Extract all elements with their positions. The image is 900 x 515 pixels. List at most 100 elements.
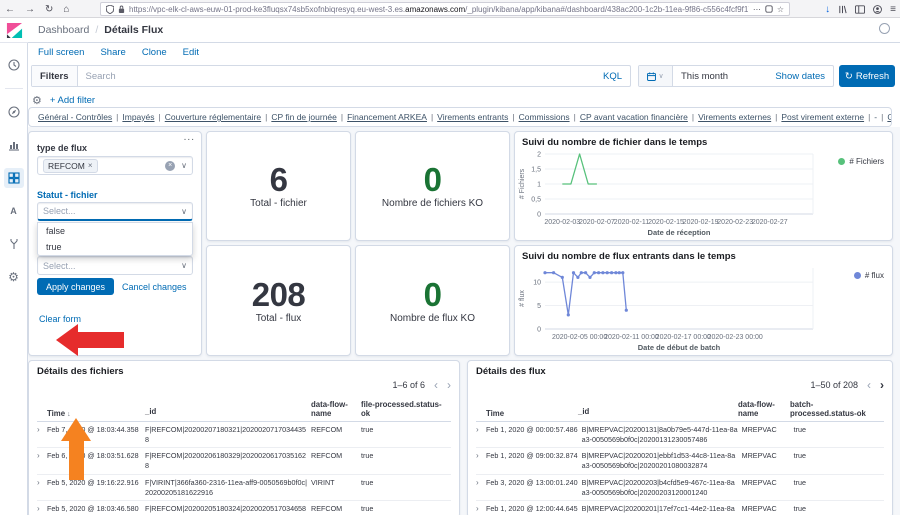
filter-options-gear-icon[interactable]: ⚙ — [32, 94, 42, 107]
expand-row-icon[interactable]: › — [37, 451, 47, 461]
account-icon[interactable] — [873, 5, 882, 14]
pocket-icon[interactable] — [765, 5, 773, 13]
expand-row-icon[interactable]: › — [476, 451, 486, 461]
column-header[interactable]: _id — [145, 407, 311, 418]
show-dates-button[interactable]: Show dates — [775, 71, 833, 82]
add-filter-button[interactable]: + Add filter — [50, 95, 95, 106]
time-range-value[interactable]: This month — [673, 71, 728, 82]
library-icon[interactable] — [838, 5, 847, 14]
dashboard-icon[interactable] — [4, 168, 24, 188]
breadcrumb-current: Détails Flux — [104, 24, 163, 36]
column-header[interactable]: Time — [486, 409, 578, 418]
url-bar[interactable]: https://vpc-elk-cl-aws-euw-01-prod-ke3fl… — [100, 2, 790, 16]
page-actions-icon[interactable]: ⋯ — [753, 5, 761, 14]
clear-form-button[interactable]: Clear form — [39, 314, 81, 324]
apm-icon[interactable]: A — [4, 201, 24, 221]
management-icon[interactable]: ⚙ — [4, 267, 24, 287]
visualize-icon[interactable] — [4, 135, 24, 155]
column-header[interactable]: batch-processed.status-ok — [790, 400, 884, 418]
calendar-icon[interactable]: ∨ — [639, 66, 673, 86]
next-page-icon[interactable]: › — [880, 379, 884, 391]
option-true[interactable]: true — [38, 239, 192, 255]
dashboard-link[interactable]: CP fin de journée — [271, 112, 337, 122]
table-cell: F|REFCOM|20200206180329|2020020617035162… — [145, 451, 311, 470]
metric-flux-ko: 0 Nombre de flux KO — [355, 245, 510, 356]
svg-text:2020-02-27: 2020-02-27 — [752, 219, 788, 226]
recently-viewed-icon[interactable] — [4, 55, 24, 75]
expand-row-icon[interactable]: › — [37, 425, 47, 435]
chevron-down-icon: ∨ — [181, 161, 187, 170]
svg-text:5: 5 — [537, 303, 541, 310]
svg-text:0,5: 0,5 — [531, 197, 541, 204]
back-icon[interactable]: ← — [5, 4, 15, 15]
bookmark-star-icon[interactable]: ☆ — [777, 5, 784, 14]
column-header[interactable]: data-flow-name — [311, 400, 361, 418]
pill-remove-icon[interactable]: × — [88, 161, 93, 170]
table-row: ›Feb 1, 2020 @ 00:00:57.486B|MREPVAC|202… — [476, 422, 884, 448]
sidebar-toggle-icon[interactable] — [855, 5, 865, 14]
column-header[interactable]: data-flow-name — [738, 400, 790, 418]
cancel-changes-button[interactable]: Cancel changes — [122, 282, 187, 292]
statut-fichier-select[interactable]: Select... ∨ — [37, 202, 193, 221]
metric-label: Nombre de fichiers KO — [382, 198, 483, 209]
clear-selection-icon[interactable]: × — [165, 161, 175, 171]
svg-text:0: 0 — [537, 212, 541, 219]
link-separator: | — [341, 112, 343, 122]
tracking-shield-icon[interactable] — [106, 5, 114, 14]
svg-text:2020-02-19: 2020-02-19 — [683, 219, 719, 226]
table-cell: B|MREPVAC|20200131|8a0b79e5-447d-11ea-8a… — [582, 425, 742, 444]
refresh-button[interactable]: ↻Refresh — [839, 65, 895, 87]
dashboard-link[interactable]: Financement ARKEA — [347, 112, 427, 122]
prev-page-icon[interactable]: ‹ — [434, 379, 438, 391]
dashboard-link[interactable]: Post virement externe — [781, 112, 864, 122]
type-de-flux-combobox[interactable]: REFCOM× × ∨ — [37, 156, 193, 175]
legend-item[interactable]: # flux — [854, 271, 884, 280]
column-header[interactable]: Time↓ — [47, 409, 145, 418]
downloads-icon[interactable]: ↓ — [825, 4, 830, 15]
table-row: ›Feb 6, 2020 @ 18:03:51.628F|REFCOM|2020… — [37, 448, 451, 474]
search-input[interactable] — [78, 71, 595, 82]
dashboard-link[interactable]: Virements entrants — [437, 112, 508, 122]
panel-options-icon[interactable]: ... — [184, 132, 195, 143]
dashboard-link[interactable]: Commissions — [519, 112, 570, 122]
apply-changes-button[interactable]: Apply changes — [37, 278, 114, 295]
statut-flux-select[interactable]: Select... ∨ — [37, 256, 193, 275]
dashboard-link[interactable]: Général - Flux — [887, 112, 892, 122]
share-button[interactable]: Share — [100, 47, 125, 58]
dashboard-link[interactable]: CP avant vacation financière — [580, 112, 688, 122]
deployment-icon[interactable] — [879, 23, 890, 34]
forward-icon[interactable]: → — [25, 4, 35, 15]
link-dash: - — [874, 112, 877, 122]
expand-row-icon[interactable]: › — [37, 478, 47, 488]
dashboard-link[interactable]: Virements externes — [698, 112, 771, 122]
column-header[interactable]: _id — [578, 407, 738, 418]
dashboard-link[interactable]: Impayés — [122, 112, 154, 122]
prev-page-icon[interactable]: ‹ — [867, 379, 871, 391]
home-icon[interactable]: ⌂ — [63, 4, 69, 15]
dashboard-link[interactable]: Général - Contrôles — [38, 112, 112, 122]
clone-button[interactable]: Clone — [142, 47, 167, 58]
discover-icon[interactable] — [4, 102, 24, 122]
table-header-row: Time_iddata-flow-namebatch-processed.sta… — [476, 397, 884, 422]
breadcrumb-dashboard[interactable]: Dashboard — [38, 24, 89, 36]
dev-tools-icon[interactable] — [4, 234, 24, 254]
expand-row-icon[interactable]: › — [476, 425, 486, 435]
kql-button[interactable]: KQL — [595, 71, 630, 82]
dashboard-link[interactable]: Couverture réglementaire — [165, 112, 261, 122]
url-text[interactable]: https://vpc-elk-cl-aws-euw-01-prod-ke3fl… — [129, 5, 749, 14]
table-cell: Feb 3, 2020 @ 13:00:01.240 — [486, 478, 582, 487]
option-false[interactable]: false — [38, 223, 192, 239]
reload-icon[interactable]: ↻ — [45, 4, 53, 15]
link-separator: | — [692, 112, 694, 122]
menu-icon[interactable]: ≡ — [890, 4, 896, 15]
full-screen-button[interactable]: Full screen — [38, 47, 84, 58]
edit-button[interactable]: Edit — [183, 47, 199, 58]
column-header[interactable]: file-processed.status-ok — [361, 400, 451, 418]
legend-item[interactable]: # Fichiers — [838, 157, 884, 166]
navigation-links-panel: Général - Contrôles | Impayés | Couverture r… — [28, 107, 892, 127]
next-page-icon[interactable]: › — [447, 379, 451, 391]
expand-row-icon[interactable]: › — [476, 478, 486, 488]
kibana-logo[interactable] — [0, 18, 28, 43]
expand-row-icon[interactable]: › — [37, 504, 47, 514]
expand-row-icon[interactable]: › — [476, 504, 486, 514]
